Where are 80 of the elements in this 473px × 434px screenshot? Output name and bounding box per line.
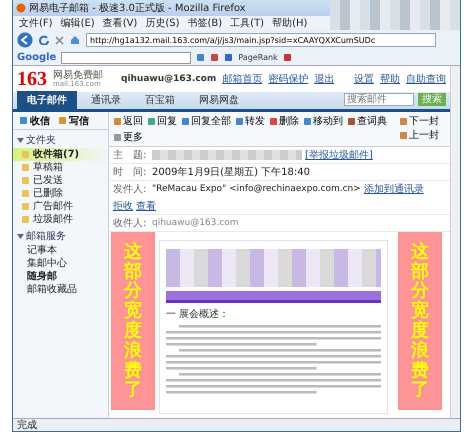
toolbar-button[interactable]: 返回 (112, 114, 144, 128)
mail-logo: 163 (17, 68, 47, 90)
service-link[interactable]: 记事本 (13, 244, 108, 257)
reload-icon[interactable] (39, 35, 49, 45)
header-link[interactable]: 自助查询 (406, 72, 446, 86)
toolbar-button[interactable]: 查词典 (346, 114, 388, 128)
stop-icon[interactable] (55, 36, 64, 44)
account-link[interactable]: 邮箱首页 (222, 72, 262, 86)
section-title: 邮箱服务 (26, 230, 66, 243)
nav-tab[interactable]: 电子邮件 (17, 91, 77, 109)
address-field[interactable]: http://hg1a132.mail.163.com/a/j/js3/main.jsp?sid=xCAAYQXXCumSUDc (86, 33, 436, 47)
scrollbar[interactable] (450, 66, 460, 418)
message-nav-button[interactable]: 下一封 (398, 114, 450, 128)
sender-action-link[interactable]: 查看 (136, 199, 156, 213)
account-link[interactable]: 密码保护 (268, 72, 308, 86)
status-text: 完成 (17, 418, 37, 432)
toolbar-icon (269, 116, 278, 126)
menu-item[interactable]: 帮助(H) (272, 16, 308, 30)
brand-name: 网易免费邮 (53, 70, 103, 80)
field-label: 主 题: (113, 148, 148, 162)
menu-item[interactable]: 工具(T) (230, 16, 264, 30)
service-link[interactable]: 随身邮 (13, 270, 108, 283)
browser-logo-icon (16, 3, 26, 13)
toolbar-icon (303, 116, 312, 126)
nav-tab[interactable]: 百宝箱 (135, 91, 185, 109)
folder-item[interactable]: 垃圾邮件 (13, 213, 108, 226)
sender-action-link[interactable]: 添加到通讯录 (364, 182, 424, 196)
menu-item[interactable]: 历史(S) (145, 16, 180, 30)
account-link[interactable]: 退出 (314, 72, 334, 86)
account-name: qihuawu@163.com (121, 74, 216, 84)
recipient-value: qihuawu@163.com (152, 218, 238, 228)
search-toolbar-logo: Google (17, 52, 56, 63)
sender-value: "ReMacau Expo" <info@rechinaexpo.com.cn> (152, 184, 361, 194)
window-title: 网易电子邮箱 - 极速3.0正式版 - Mozilla Firefox (29, 2, 246, 15)
compose-button[interactable]: 写信 (56, 114, 91, 128)
toolbar-icon (282, 53, 292, 62)
message-nav-button[interactable]: 上一封 (398, 128, 450, 142)
sender-action-link[interactable]: 拒收 (113, 199, 133, 213)
toolbar-button[interactable]: 移动到 (302, 114, 344, 128)
toolbar-button[interactable]: 回复全部 (180, 114, 232, 128)
body-heading: 一 展会概述： (166, 308, 230, 321)
caret-icon[interactable] (17, 232, 24, 240)
header-link[interactable]: 帮助 (380, 72, 400, 86)
section-title: 文件夹 (26, 134, 56, 147)
menu-item[interactable]: 文件(F) (19, 16, 53, 30)
caret-icon[interactable] (17, 136, 24, 144)
back-icon[interactable] (17, 32, 33, 48)
menu-item[interactable]: 查看(V) (102, 16, 138, 30)
toolbar-button[interactable]: 删除 (268, 114, 300, 128)
service-link[interactable]: 邮箱收藏品 (13, 283, 108, 296)
toolbar-button[interactable]: 转发 (234, 114, 266, 128)
folder-item[interactable]: 已删除 (13, 187, 108, 200)
toolbar-button[interactable]: 回复 (146, 114, 178, 128)
folder-item[interactable]: 收件箱(7) (13, 148, 108, 161)
folder-item[interactable]: 已发送 (13, 174, 108, 187)
service-link[interactable]: 集邮中心 (13, 257, 108, 270)
nav-tab[interactable]: 通讯录 (81, 91, 131, 109)
pagerank-label: PageRank (238, 53, 278, 62)
folder-item[interactable]: 草稿箱 (13, 161, 108, 174)
annotation-text: 这部分宽度浪费了 (411, 242, 429, 400)
annotation-text: 这部分宽度浪费了 (124, 242, 142, 400)
toolbar-icon (235, 116, 244, 126)
toolbar-search-field[interactable] (61, 52, 192, 64)
header-link[interactable]: 设置 (354, 72, 374, 86)
field-label: 收件人: (113, 217, 148, 230)
compose-button[interactable]: 收信 (17, 114, 52, 128)
field-label: 发件人: (113, 183, 148, 196)
mail-search-field[interactable]: 搜索邮件 (344, 93, 414, 106)
report-link[interactable]: [举报垃圾邮件] (305, 148, 373, 162)
toolbar-icon (347, 116, 356, 126)
menu-item[interactable]: 编辑(E) (60, 16, 95, 30)
nav-tab[interactable]: 网易网盘 (189, 91, 249, 109)
menu-item[interactable]: 书签(B) (188, 16, 222, 30)
home-icon[interactable] (70, 35, 80, 45)
toolbar-icon (147, 116, 156, 126)
folder-item[interactable]: 广告邮件 (13, 200, 108, 213)
toolbar-button[interactable]: 更多 (112, 130, 144, 144)
field-label: 时 间: (113, 166, 148, 179)
toolbar-icon (181, 116, 190, 126)
time-value: 2009年1月9日(星期五) 下午18:40 (152, 166, 310, 179)
